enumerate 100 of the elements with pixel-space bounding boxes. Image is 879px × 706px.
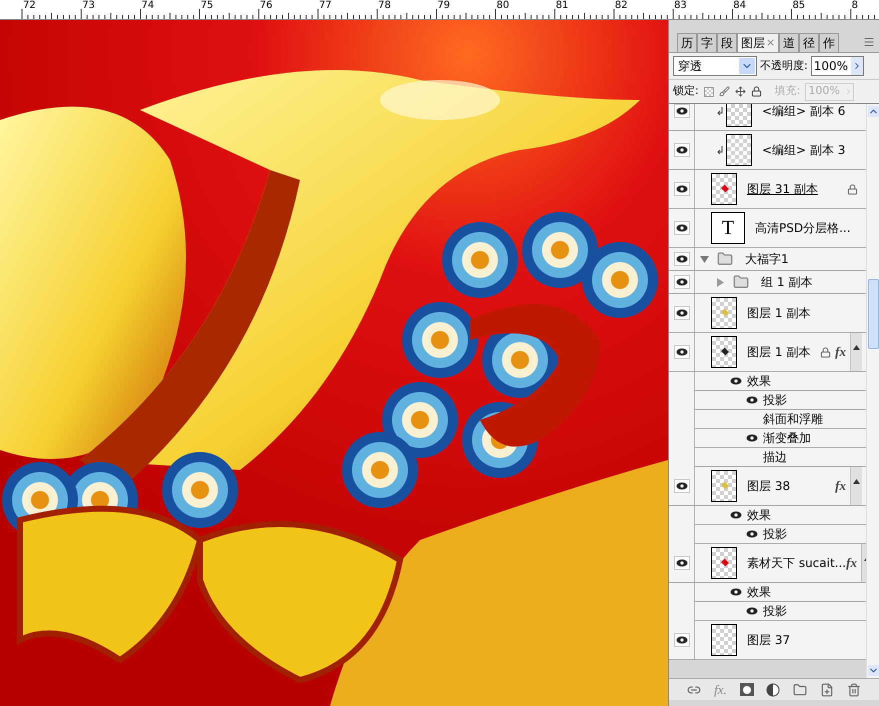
layer-row[interactable]: <编组> 副本 3 <box>669 131 866 170</box>
effect-name[interactable]: 投影 <box>763 525 787 543</box>
layer-row[interactable]: T 高清PSD分层格... <box>669 209 866 248</box>
ruler-label: 76 <box>260 0 274 12</box>
menu-icon[interactable] <box>863 36 875 48</box>
visibility-toggle[interactable] <box>674 556 690 570</box>
eye-icon <box>676 146 688 154</box>
visibility-toggle[interactable] <box>674 221 690 235</box>
layer-row[interactable]: 图层 1 副本 fx <box>669 333 866 372</box>
group-name[interactable]: 大福字1 <box>745 250 789 268</box>
layer-name[interactable]: 图层 38 <box>747 477 790 495</box>
visibility-toggle[interactable] <box>745 395 759 405</box>
eye-icon <box>746 607 758 615</box>
layer-row[interactable]: 图层 38 fx <box>669 467 866 506</box>
visibility-toggle[interactable] <box>674 252 690 266</box>
group-name[interactable]: 组 1 副本 <box>761 273 812 291</box>
layer-row[interactable]: 图层 1 副本 <box>669 294 866 333</box>
eye-icon <box>676 224 688 232</box>
effect-name[interactable]: 渐变叠加 <box>763 429 811 447</box>
eye-icon <box>730 511 742 519</box>
effects-toggle[interactable] <box>850 333 862 371</box>
visibility-toggle[interactable] <box>674 306 690 320</box>
brush-icon[interactable] <box>718 86 730 97</box>
half-circle-icon[interactable] <box>766 682 780 696</box>
effect-name[interactable]: 投影 <box>763 602 787 620</box>
layer-name[interactable]: 图层 1 副本 <box>747 343 810 361</box>
visibility-toggle[interactable] <box>745 606 759 616</box>
layer-row[interactable]: 图层 31 副本 <box>669 170 866 209</box>
fill-label: 填充: <box>774 83 800 100</box>
visibility-toggle[interactable] <box>729 376 743 386</box>
visibility-toggle[interactable] <box>674 182 690 196</box>
ruler-label: 81 <box>556 0 570 12</box>
panel-tab[interactable]: 作 <box>819 33 840 52</box>
ruler-label: 82 <box>614 0 629 12</box>
fx-label: fx <box>835 477 846 496</box>
effect-name[interactable]: 斜面和浮雕 <box>763 410 823 428</box>
layer-row[interactable]: 组 1 副本 <box>669 271 866 294</box>
panel-tab[interactable]: 段 <box>717 33 737 52</box>
layer-row[interactable]: 图层 37 <box>669 621 866 660</box>
folder-icon[interactable] <box>793 682 808 696</box>
visibility-toggle[interactable] <box>674 345 690 359</box>
opacity-field[interactable]: 100% <box>810 56 864 76</box>
trash-icon[interactable] <box>846 682 861 696</box>
effect-row[interactable]: 描边 <box>669 448 866 467</box>
layer-name[interactable]: 素材天下 sucait... <box>747 554 846 572</box>
visibility-toggle[interactable] <box>674 143 690 157</box>
effect-row[interactable]: 渐变叠加 <box>669 429 866 448</box>
effect-row[interactable]: 投影 <box>669 525 866 544</box>
effects-label: 效果 <box>747 373 771 390</box>
scrollbar-thumb[interactable] <box>868 279 878 349</box>
layer-thumbnail <box>726 134 752 166</box>
visibility-toggle[interactable] <box>674 104 690 118</box>
new-layer-icon[interactable] <box>820 682 834 696</box>
move-icon[interactable] <box>734 86 746 97</box>
visibility-toggle[interactable] <box>674 479 690 493</box>
effect-name[interactable]: 描边 <box>763 448 787 466</box>
panel-tab[interactable]: 图层× <box>737 33 780 52</box>
layer-thumbnail <box>726 104 752 127</box>
visibility-toggle[interactable] <box>729 510 743 520</box>
effect-name[interactable]: 投影 <box>763 391 787 409</box>
effect-row[interactable]: 投影 <box>669 602 866 621</box>
visibility-toggle[interactable] <box>745 529 759 539</box>
collapse-arrow-icon[interactable] <box>699 254 709 264</box>
blend-mode-dropdown[interactable]: 穿透 <box>673 56 757 76</box>
visibility-toggle[interactable] <box>745 433 759 443</box>
panel-tab[interactable]: 径 <box>799 33 820 52</box>
panel-tab[interactable]: 道 <box>779 33 800 52</box>
visibility-toggle[interactable] <box>729 587 743 597</box>
layer-row[interactable]: 大福字1 <box>669 248 866 271</box>
visibility-toggle[interactable] <box>674 275 690 289</box>
eye-icon <box>676 278 688 286</box>
layer-name[interactable]: <编组> 副本 3 <box>762 141 846 159</box>
eye-icon <box>676 482 688 490</box>
lock-label: 锁定: <box>673 83 699 100</box>
eye-icon <box>746 530 758 538</box>
eye-icon <box>676 255 688 263</box>
effects-toggle[interactable] <box>850 467 862 505</box>
lock-icon[interactable] <box>750 86 762 97</box>
ruler-label: 80 <box>496 0 510 12</box>
ruler-label: 75 <box>200 0 214 12</box>
layer-row[interactable]: 素材天下 sucait...fx <box>669 544 866 583</box>
panel-tab[interactable]: 历 <box>677 33 697 52</box>
ruler-label: 85 <box>792 0 806 12</box>
layer-name[interactable]: 高清PSD分层格... <box>755 219 851 237</box>
eye-icon <box>676 185 688 193</box>
lock-transparency-icon[interactable] <box>704 86 714 96</box>
expand-arrow-icon[interactable] <box>715 277 725 287</box>
layer-row[interactable]: <编组> 副本 6 <box>669 104 866 131</box>
mask-icon[interactable] <box>740 683 754 696</box>
layer-name[interactable]: 图层 31 副本 <box>747 180 818 198</box>
layer-name[interactable]: 图层 37 <box>747 631 790 649</box>
effect-row[interactable]: 投影 <box>669 391 866 410</box>
eye-icon <box>746 434 758 442</box>
ruler-label: 8 <box>852 0 859 12</box>
effect-row[interactable]: 斜面和浮雕 <box>669 410 866 429</box>
visibility-toggle[interactable] <box>674 633 690 647</box>
scrollbar[interactable] <box>866 104 879 678</box>
panel-tab[interactable]: 字 <box>697 33 717 52</box>
layer-name[interactable]: 图层 1 副本 <box>747 304 810 322</box>
layer-name[interactable]: <编组> 副本 6 <box>762 104 846 120</box>
